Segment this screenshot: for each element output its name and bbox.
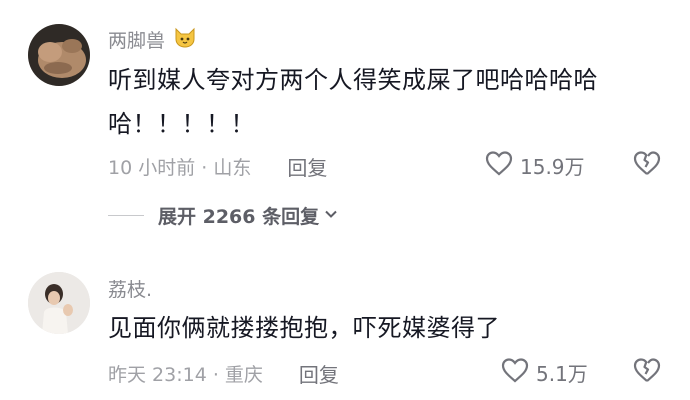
username[interactable]: 荔枝. <box>108 275 152 302</box>
expand-replies-button[interactable]: 展开 2266 条回复 <box>108 202 339 229</box>
reply-button[interactable]: 回复 <box>299 359 339 388</box>
avatar[interactable] <box>28 272 90 334</box>
avatar[interactable] <box>28 24 90 86</box>
like-count: 5.1万 <box>536 362 588 386</box>
comment-meta: 10 小时前 · 山东 回复 <box>108 152 327 181</box>
username-text[interactable]: 荔枝. <box>108 275 152 302</box>
timestamp-location: 10 小时前 · 山东 <box>108 157 252 179</box>
timestamp-location: 昨天 23:14 · 重庆 <box>108 364 263 386</box>
chevron-down-icon <box>323 205 339 227</box>
comment-text-line: 听到媒人夸对方两个人得笑成屎了吧哈哈哈哈 <box>108 66 598 94</box>
like-button[interactable]: 15.9万 <box>484 149 585 182</box>
heart-outline-icon <box>500 356 530 389</box>
broken-heart-icon <box>632 358 662 388</box>
comment-text-line: 哈！！！！！ <box>108 110 255 138</box>
username[interactable]: 两脚兽 <box>108 26 197 53</box>
reply-button[interactable]: 回复 <box>287 152 327 181</box>
comment-text: 听到媒人夸对方两个人得笑成屎了吧哈哈哈哈 哈！！！！！ <box>108 58 668 146</box>
comment-text-line: 见面你俩就搂搂抱抱，吓死媒婆得了 <box>108 314 500 342</box>
expand-replies-label: 展开 2266 条回复 <box>158 206 320 228</box>
like-button[interactable]: 5.1万 <box>500 356 588 389</box>
dislike-button[interactable] <box>632 149 662 181</box>
like-count: 15.9万 <box>520 155 585 179</box>
divider <box>108 215 144 216</box>
broken-heart-icon <box>632 151 662 181</box>
comment-text: 见面你俩就搂搂抱抱，吓死媒婆得了 <box>108 306 668 350</box>
comment-meta: 昨天 23:14 · 重庆 回复 <box>108 359 339 388</box>
dislike-button[interactable] <box>632 356 662 388</box>
username-text[interactable]: 两脚兽 <box>108 26 165 53</box>
heart-outline-icon <box>484 149 514 182</box>
cat-emoji-icon <box>173 26 197 53</box>
